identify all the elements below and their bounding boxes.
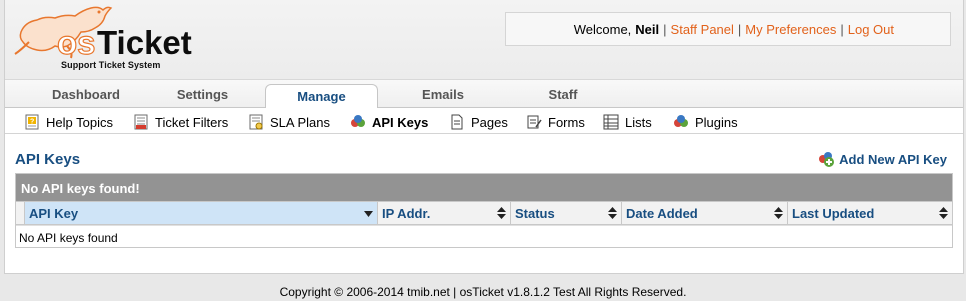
- column-last-updated[interactable]: Last Updated: [788, 202, 952, 224]
- subnav-label: Help Topics: [46, 114, 113, 130]
- ticket-filters-icon: [134, 114, 148, 130]
- subnav-label: Forms: [548, 114, 585, 130]
- subnav-label: Lists: [625, 114, 652, 130]
- separator: |: [737, 21, 742, 37]
- subnav-ticket-filters[interactable]: Ticket Filters: [133, 113, 228, 131]
- logo-tagline: Support Ticket System: [61, 60, 161, 70]
- column-ip-addr[interactable]: IP Addr.: [378, 202, 511, 224]
- main-nav: Dashboard Settings Manage Emails Staff: [5, 80, 963, 109]
- sort-icon: [497, 207, 506, 219]
- subnav-api-keys[interactable]: API Keys: [350, 113, 428, 131]
- my-preferences-link[interactable]: My Preferences: [745, 22, 836, 37]
- tab-emails[interactable]: Emails: [405, 87, 481, 108]
- header: os Ticket Support Ticket System Welcome,…: [5, 0, 963, 80]
- api-keys-icon: [351, 115, 365, 127]
- page-title: API Keys: [15, 151, 81, 168]
- subnav-label: Pages: [471, 114, 508, 130]
- column-label: IP Addr.: [382, 206, 431, 221]
- add-api-key-icon: [819, 152, 835, 167]
- osticket-logo[interactable]: os Ticket Support Ticket System: [11, 2, 211, 74]
- sort-icon: [939, 207, 948, 219]
- add-link-label: Add New API Key: [839, 151, 947, 167]
- user-info-box: Welcome, Neil | Staff Panel | My Prefere…: [505, 12, 951, 46]
- sort-icon: [608, 207, 617, 219]
- subnav-lists[interactable]: Lists: [603, 113, 652, 131]
- subnav-plugins[interactable]: Plugins: [673, 113, 738, 131]
- subnav-pages[interactable]: Pages: [449, 113, 508, 131]
- column-label: Date Added: [626, 206, 698, 221]
- column-api-key[interactable]: API Key: [25, 202, 378, 224]
- column-label: Last Updated: [792, 206, 875, 221]
- log-out-link[interactable]: Log Out: [848, 22, 894, 37]
- subnav-label: Plugins: [695, 114, 738, 130]
- lists-icon: [603, 114, 619, 130]
- tab-dashboard[interactable]: Dashboard: [45, 87, 127, 108]
- subnav-help-topics[interactable]: ? Help Topics: [24, 113, 113, 131]
- column-label: Status: [515, 206, 555, 221]
- svg-text:os: os: [57, 24, 96, 61]
- separator: |: [840, 21, 844, 37]
- add-new-api-key-button[interactable]: Add New API Key: [818, 151, 947, 167]
- column-status[interactable]: Status: [511, 202, 622, 224]
- svg-text:Ticket: Ticket: [97, 24, 192, 61]
- page-container: os Ticket Support Ticket System Welcome,…: [4, 0, 964, 274]
- svg-text:?: ?: [30, 119, 34, 126]
- subnav-label: API Keys: [372, 114, 429, 130]
- staff-panel-link[interactable]: Staff Panel: [671, 22, 734, 37]
- help-topics-icon: ?: [25, 114, 39, 130]
- column-label: API Key: [29, 206, 79, 221]
- tab-manage[interactable]: Manage: [265, 84, 378, 109]
- subnav-sla-plans[interactable]: SLA Plans: [248, 113, 330, 131]
- plugins-icon: [674, 115, 688, 127]
- sub-nav: ? Help Topics Ticket Filters SLA Plans A…: [5, 108, 963, 134]
- table-header: API Key IP Addr. Status Date Added Last …: [16, 201, 952, 225]
- subnav-forms[interactable]: Forms: [526, 113, 585, 131]
- username: Neil: [635, 21, 660, 37]
- sort-desc-icon: [364, 211, 373, 217]
- tab-settings[interactable]: Settings: [165, 87, 240, 108]
- column-date-added[interactable]: Date Added: [622, 202, 788, 224]
- sla-plans-icon: [249, 114, 263, 130]
- separator: |: [663, 21, 667, 37]
- api-keys-table: No API keys found! API Key IP Addr. Stat…: [15, 173, 953, 248]
- pages-icon: [451, 114, 463, 130]
- subnav-label: SLA Plans: [270, 114, 330, 130]
- select-column-header[interactable]: [16, 202, 25, 224]
- sort-icon: [774, 207, 783, 219]
- footer-copyright: Copyright © 2006-2014 tmib.net | osTicke…: [279, 285, 687, 299]
- table-caption: No API keys found!: [16, 174, 952, 201]
- empty-table-message: No API keys found: [16, 225, 952, 247]
- forms-icon: [527, 115, 542, 129]
- kangaroo-logo-icon: os Ticket: [14, 6, 192, 62]
- subnav-label: Ticket Filters: [155, 114, 229, 130]
- welcome-text: Welcome,: [573, 21, 632, 37]
- tab-staff[interactable]: Staff: [535, 87, 591, 108]
